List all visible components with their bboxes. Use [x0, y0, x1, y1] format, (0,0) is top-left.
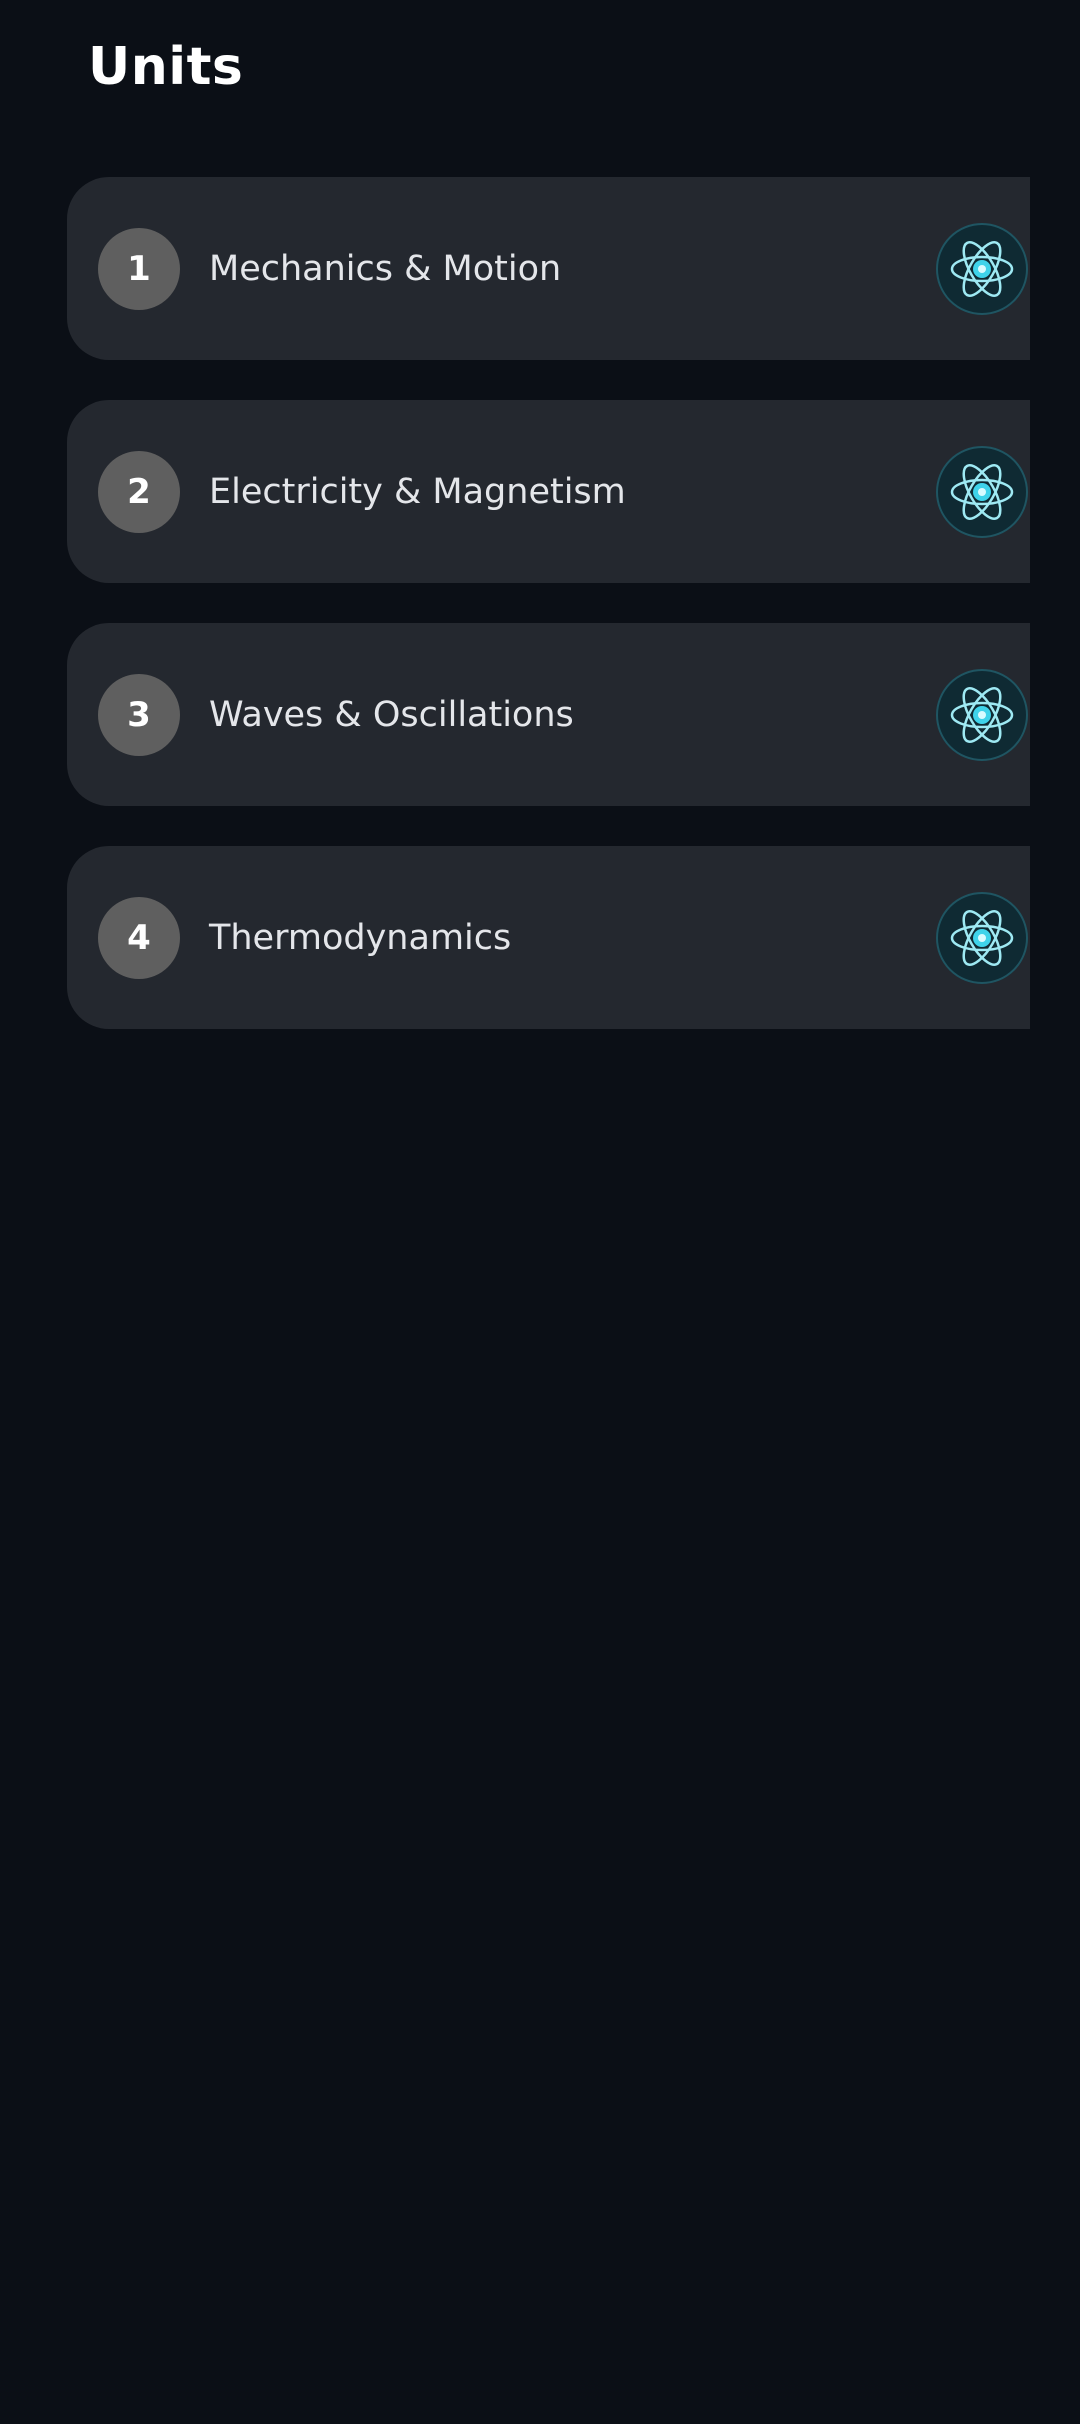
unit-card-2[interactable]: 2 Electricity & Magnetism [67, 400, 1030, 583]
unit-title: Waves & Oscillations [209, 694, 574, 735]
unit-title: Mechanics & Motion [209, 248, 562, 289]
atom-icon [935, 222, 1029, 316]
unit-card-1[interactable]: 1 Mechanics & Motion [67, 177, 1030, 360]
unit-number-badge: 1 [98, 227, 180, 310]
unit-card-3[interactable]: 3 Waves & Oscillations [67, 623, 1030, 806]
unit-number-badge: 4 [98, 896, 180, 979]
page-title: Units [88, 37, 244, 97]
atom-icon [935, 891, 1029, 985]
unit-card-4[interactable]: 4 Thermodynamics [67, 846, 1030, 1029]
unit-title: Electricity & Magnetism [209, 471, 626, 512]
units-list: 1 Mechanics & Motion 2 Electricity & Mag… [67, 177, 1030, 1069]
unit-title: Thermodynamics [209, 917, 512, 958]
unit-number-badge: 3 [98, 673, 180, 756]
atom-icon [935, 445, 1029, 539]
unit-number-badge: 2 [98, 450, 180, 533]
atom-icon [935, 668, 1029, 762]
